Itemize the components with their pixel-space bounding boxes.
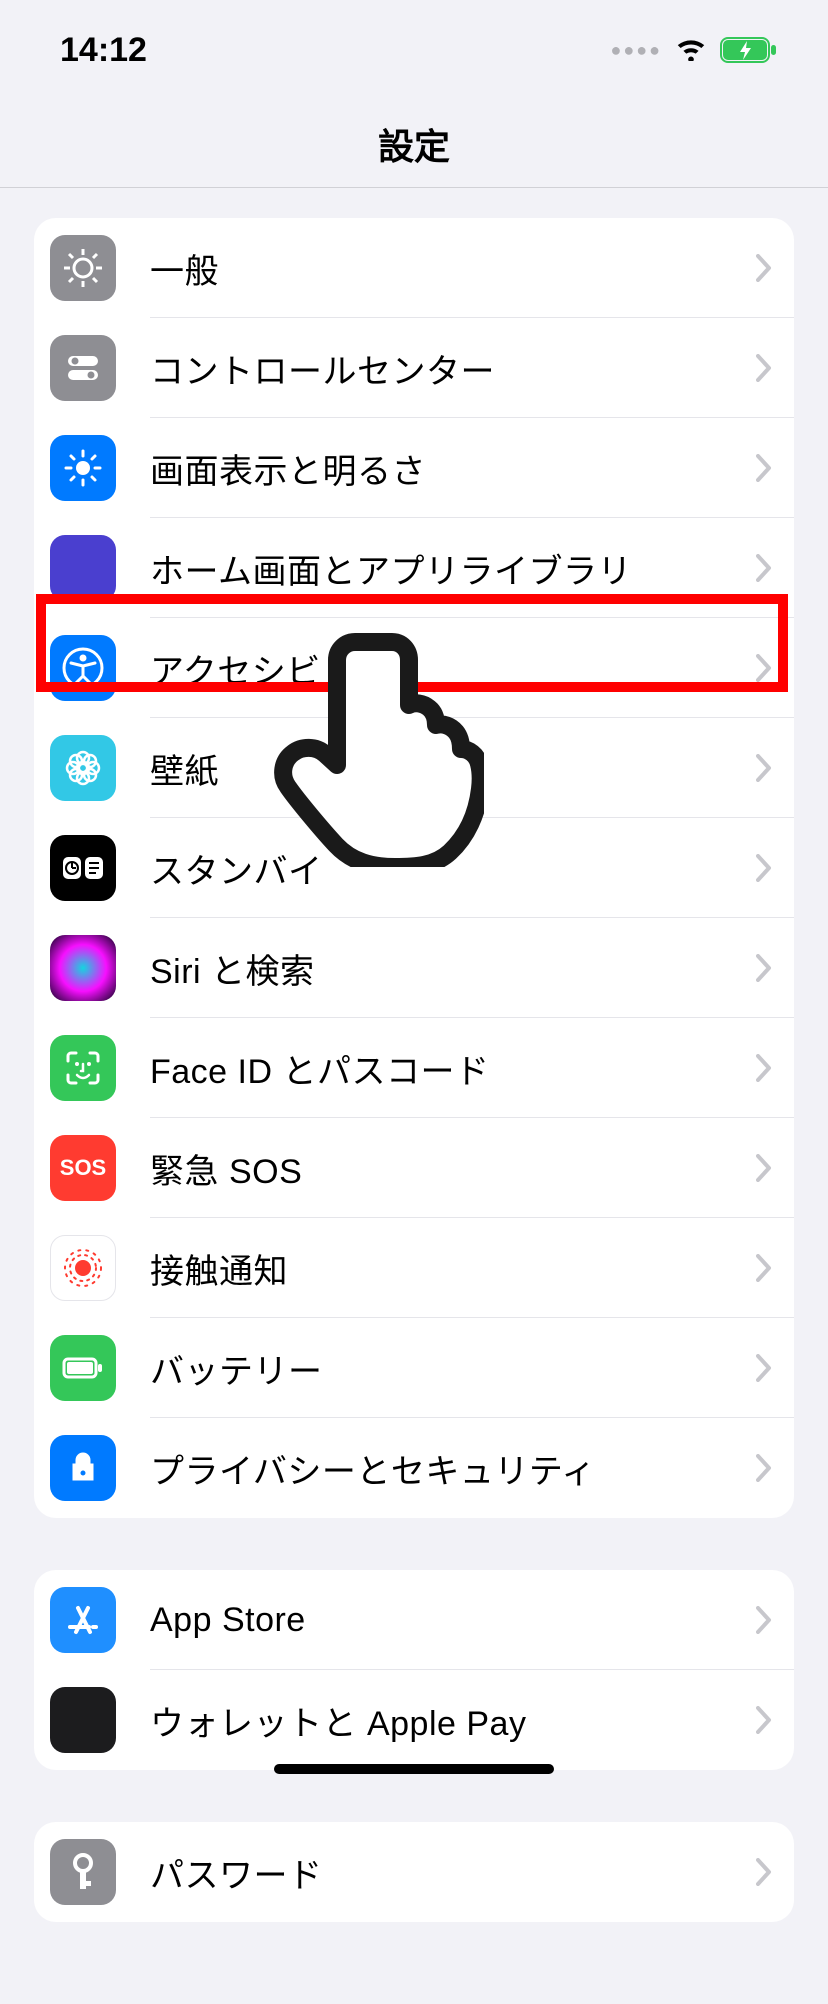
privacy-icon	[50, 1435, 116, 1501]
row-label: コントロールセンター	[150, 344, 756, 393]
row-label: 一般	[150, 244, 756, 293]
chevron-right-icon	[756, 254, 772, 282]
settings-row-standby[interactable]: スタンバイ	[34, 818, 794, 918]
switches-icon	[50, 335, 116, 401]
settings-row-wallet[interactable]: ウォレットと Apple Pay	[34, 1670, 794, 1770]
chevron-right-icon	[756, 954, 772, 982]
chevron-right-icon	[756, 1706, 772, 1734]
sos-icon: SOS	[50, 1135, 116, 1201]
row-label: スタンバイ	[150, 844, 756, 893]
row-label: ウォレットと Apple Pay	[150, 1696, 756, 1745]
row-label: Face ID とパスコード	[150, 1044, 756, 1093]
row-label: アクセシビリティ	[150, 644, 756, 693]
chevron-right-icon	[756, 654, 772, 682]
settings-row-passwords[interactable]: パスワード	[34, 1822, 794, 1922]
home-grid-icon	[50, 535, 116, 601]
settings-row-exposure[interactable]: 接触通知	[34, 1218, 794, 1318]
settings-group-3: パスワード	[34, 1822, 794, 1922]
chevron-right-icon	[756, 1354, 772, 1382]
status-time: 14:12	[60, 31, 147, 70]
row-label: プライバシーとセキュリティ	[150, 1444, 756, 1493]
row-label: Siri と検索	[150, 944, 756, 993]
settings-row-appstore[interactable]: App Store	[34, 1570, 794, 1670]
brightness-icon	[50, 435, 116, 501]
row-label: 画面表示と明るさ	[150, 444, 756, 493]
chevron-right-icon	[756, 1254, 772, 1282]
settings-row-home-screen[interactable]: ホーム画面とアプリライブラリ	[34, 518, 794, 618]
chevron-right-icon	[756, 1606, 772, 1634]
chevron-right-icon	[756, 554, 772, 582]
cellular-dots-icon: ●●●●	[611, 40, 663, 61]
chevron-right-icon	[756, 1054, 772, 1082]
chevron-right-icon	[756, 854, 772, 882]
status-bar: 14:12 ●●●●	[0, 0, 828, 100]
exposure-icon	[50, 1235, 116, 1301]
settings-row-sos[interactable]: SOS 緊急 SOS	[34, 1118, 794, 1218]
row-label: App Store	[150, 1601, 756, 1640]
status-icons: ●●●●	[611, 35, 779, 66]
home-indicator	[274, 1764, 554, 1774]
settings-row-general[interactable]: 一般	[34, 218, 794, 318]
settings-group-2: App Store ウォレットと Apple Pay	[34, 1570, 794, 1770]
settings-row-display-brightness[interactable]: 画面表示と明るさ	[34, 418, 794, 518]
wifi-icon	[674, 35, 708, 66]
chevron-right-icon	[756, 1154, 772, 1182]
row-label: 接触通知	[150, 1244, 756, 1293]
settings-row-accessibility[interactable]: アクセシビリティ	[34, 618, 794, 718]
appstore-icon	[50, 1587, 116, 1653]
faceid-icon	[50, 1035, 116, 1101]
settings-row-wallpaper[interactable]: 壁紙	[34, 718, 794, 818]
key-icon	[50, 1839, 116, 1905]
chevron-right-icon	[756, 454, 772, 482]
chevron-right-icon	[756, 754, 772, 782]
standby-icon	[50, 835, 116, 901]
accessibility-icon	[50, 635, 116, 701]
siri-icon	[50, 935, 116, 1001]
settings-group-1: 一般 コントロールセンター 画面表示と明るさ	[34, 218, 794, 1518]
page-title: 設定	[378, 118, 450, 170]
nav-bar: 設定	[0, 100, 828, 188]
settings-content: 一般 コントロールセンター 画面表示と明るさ	[0, 188, 828, 2004]
battery-icon	[50, 1335, 116, 1401]
row-label: 壁紙	[150, 744, 756, 793]
settings-row-battery[interactable]: バッテリー	[34, 1318, 794, 1418]
row-label: 緊急 SOS	[150, 1144, 756, 1193]
settings-row-faceid[interactable]: Face ID とパスコード	[34, 1018, 794, 1118]
chevron-right-icon	[756, 1858, 772, 1886]
wallet-icon	[50, 1687, 116, 1753]
row-label: パスワード	[150, 1848, 756, 1897]
settings-row-privacy[interactable]: プライバシーとセキュリティ	[34, 1418, 794, 1518]
row-label: ホーム画面とアプリライブラリ	[150, 544, 756, 593]
settings-row-siri[interactable]: Siri と検索	[34, 918, 794, 1018]
row-label: バッテリー	[150, 1344, 756, 1393]
battery-charging-icon	[720, 35, 778, 65]
gear-icon	[50, 235, 116, 301]
settings-row-control-center[interactable]: コントロールセンター	[34, 318, 794, 418]
wallpaper-icon	[50, 735, 116, 801]
chevron-right-icon	[756, 354, 772, 382]
chevron-right-icon	[756, 1454, 772, 1482]
